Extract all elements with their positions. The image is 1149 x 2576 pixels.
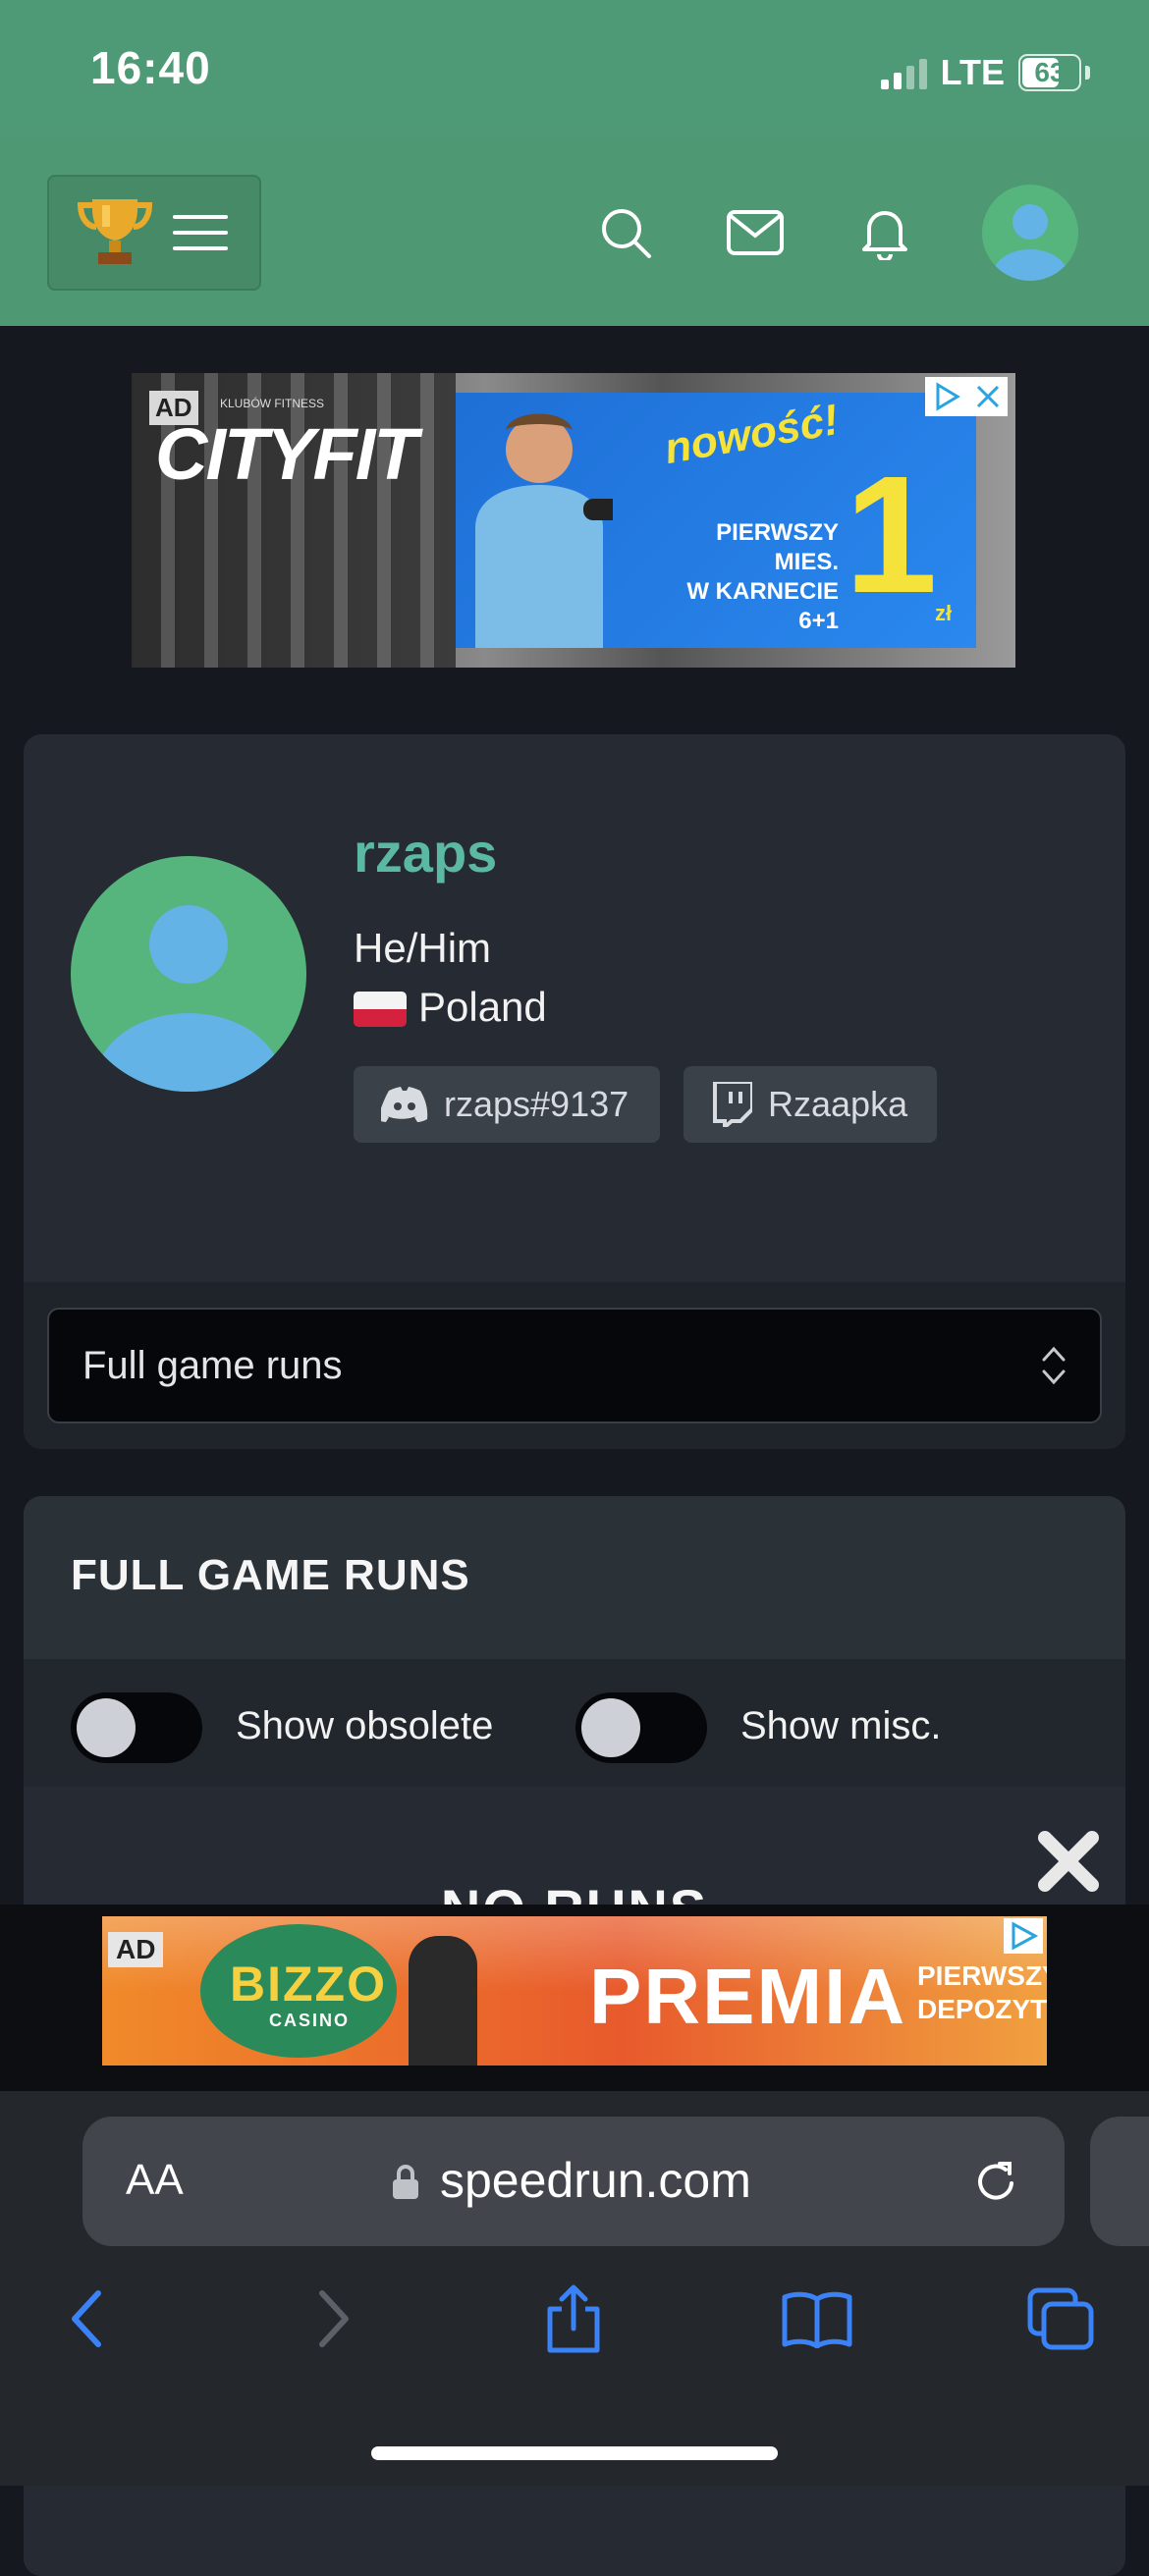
messages-button[interactable] (721, 198, 790, 267)
ad-choices[interactable] (925, 377, 1008, 416)
bell-icon (862, 211, 907, 260)
status-time: 16:40 (90, 42, 211, 93)
book-icon (782, 2291, 852, 2348)
battery-level: 63 (1034, 57, 1066, 87)
chevron-left-icon (72, 2290, 101, 2347)
ad-brand-small: KLUBÓW FITNESS (220, 397, 325, 410)
tabs-icon (1027, 2287, 1094, 2350)
profile-username[interactable]: rzaps (354, 821, 497, 885)
ad-price: 1 (845, 442, 938, 628)
run-type-select-value: Full game runs (82, 1343, 343, 1387)
ad-banner-bottom[interactable]: AD BIZZO CASINO PREMIA PIERWSZY DEPOZYT (102, 1916, 1047, 2066)
ad-choices-icon (936, 382, 960, 411)
ad-close-button[interactable] (1033, 1826, 1104, 1897)
back-button[interactable] (47, 2280, 126, 2358)
close-icon (1038, 1831, 1099, 1892)
trophy-icon (77, 199, 153, 264)
next-tab-preview[interactable] (1090, 2117, 1149, 2246)
avatar-icon (95, 905, 282, 1092)
profile-avatar (71, 856, 306, 1092)
signal-icon (880, 56, 927, 89)
chevron-updown-icon (1042, 1346, 1066, 1385)
ad-casino-brand: BIZZO (230, 1957, 387, 2012)
lock-icon (391, 2164, 420, 2206)
tabs-button[interactable] (1021, 2280, 1100, 2358)
ad-banner-top[interactable]: AD KLUBÓW FITNESS CITYFIT nowość! PIERWS… (132, 373, 1015, 668)
avatar (993, 204, 1067, 281)
profile-card: rzaps He/Him Poland rzaps#9137 Rzaapka F… (24, 734, 1125, 1449)
close-icon[interactable] (975, 384, 1001, 409)
search-icon (602, 209, 651, 258)
site-menu-button[interactable] (47, 175, 261, 291)
user-avatar-button[interactable] (982, 185, 1078, 281)
notifications-button[interactable] (850, 198, 919, 267)
forward-button[interactable] (295, 2280, 373, 2358)
ad-brand: CITYFIT (155, 413, 418, 495)
ad-choices[interactable] (1004, 1918, 1043, 1954)
network-label: LTE (940, 52, 1005, 92)
ad-side-text: PIERWSZY DEPOZYT (917, 1960, 1047, 2024)
reload-icon (978, 2162, 1013, 2200)
show-obsolete-label: Show obsolete (236, 1704, 494, 1747)
reload-button[interactable] (972, 2156, 1021, 2212)
ad-badge: AD (108, 1932, 164, 1967)
ad-offer-text: PIERWSZY MIES. W KARNECIE 6+1 (686, 519, 839, 634)
ad-headline: nowość! (661, 395, 843, 474)
twitch-link[interactable]: Rzaapka (684, 1066, 937, 1143)
discord-link[interactable]: rzaps#9137 (354, 1066, 660, 1143)
ad-headline: PREMIA (589, 1953, 907, 2040)
show-misc-label: Show misc. (740, 1704, 942, 1747)
ad-statue-image (409, 1936, 477, 2066)
share-button[interactable] (534, 2280, 613, 2358)
poland-flag-icon (354, 992, 407, 1027)
ad-currency: zł (935, 601, 953, 625)
show-obsolete-toggle[interactable] (71, 1692, 202, 1763)
discord-handle: rzaps#9137 (444, 1084, 629, 1124)
share-icon (547, 2284, 600, 2353)
ad-person-image (465, 401, 642, 648)
profile-pronouns: He/Him (354, 925, 492, 971)
battery-icon: 63 (1018, 54, 1081, 91)
run-type-select[interactable]: Full game runs (47, 1308, 1102, 1423)
bookmarks-button[interactable] (778, 2280, 856, 2358)
runs-title: FULL GAME RUNS (71, 1551, 470, 1599)
ad-promo-panel: nowość! PIERWSZY MIES. W KARNECIE 6+1 1 zł (456, 393, 976, 648)
text-size-button[interactable]: AA (126, 2156, 184, 2205)
show-misc-toggle[interactable] (575, 1692, 707, 1763)
discord-icon (381, 1087, 428, 1122)
status-indicators: LTE 63 (880, 51, 1090, 94)
hamburger-icon (173, 215, 228, 250)
url-text[interactable]: speedrun.com (440, 2152, 751, 2209)
home-indicator (371, 2446, 778, 2460)
profile-country: Poland (418, 984, 547, 1030)
ad-choices-icon (1012, 1921, 1039, 1951)
twitch-icon (713, 1082, 752, 1127)
ad-casino-sub: CASINO (269, 2011, 351, 2030)
search-button[interactable] (591, 198, 660, 267)
twitch-handle: Rzaapka (768, 1084, 908, 1124)
chevron-right-icon (319, 2290, 349, 2347)
mail-icon (727, 210, 784, 255)
